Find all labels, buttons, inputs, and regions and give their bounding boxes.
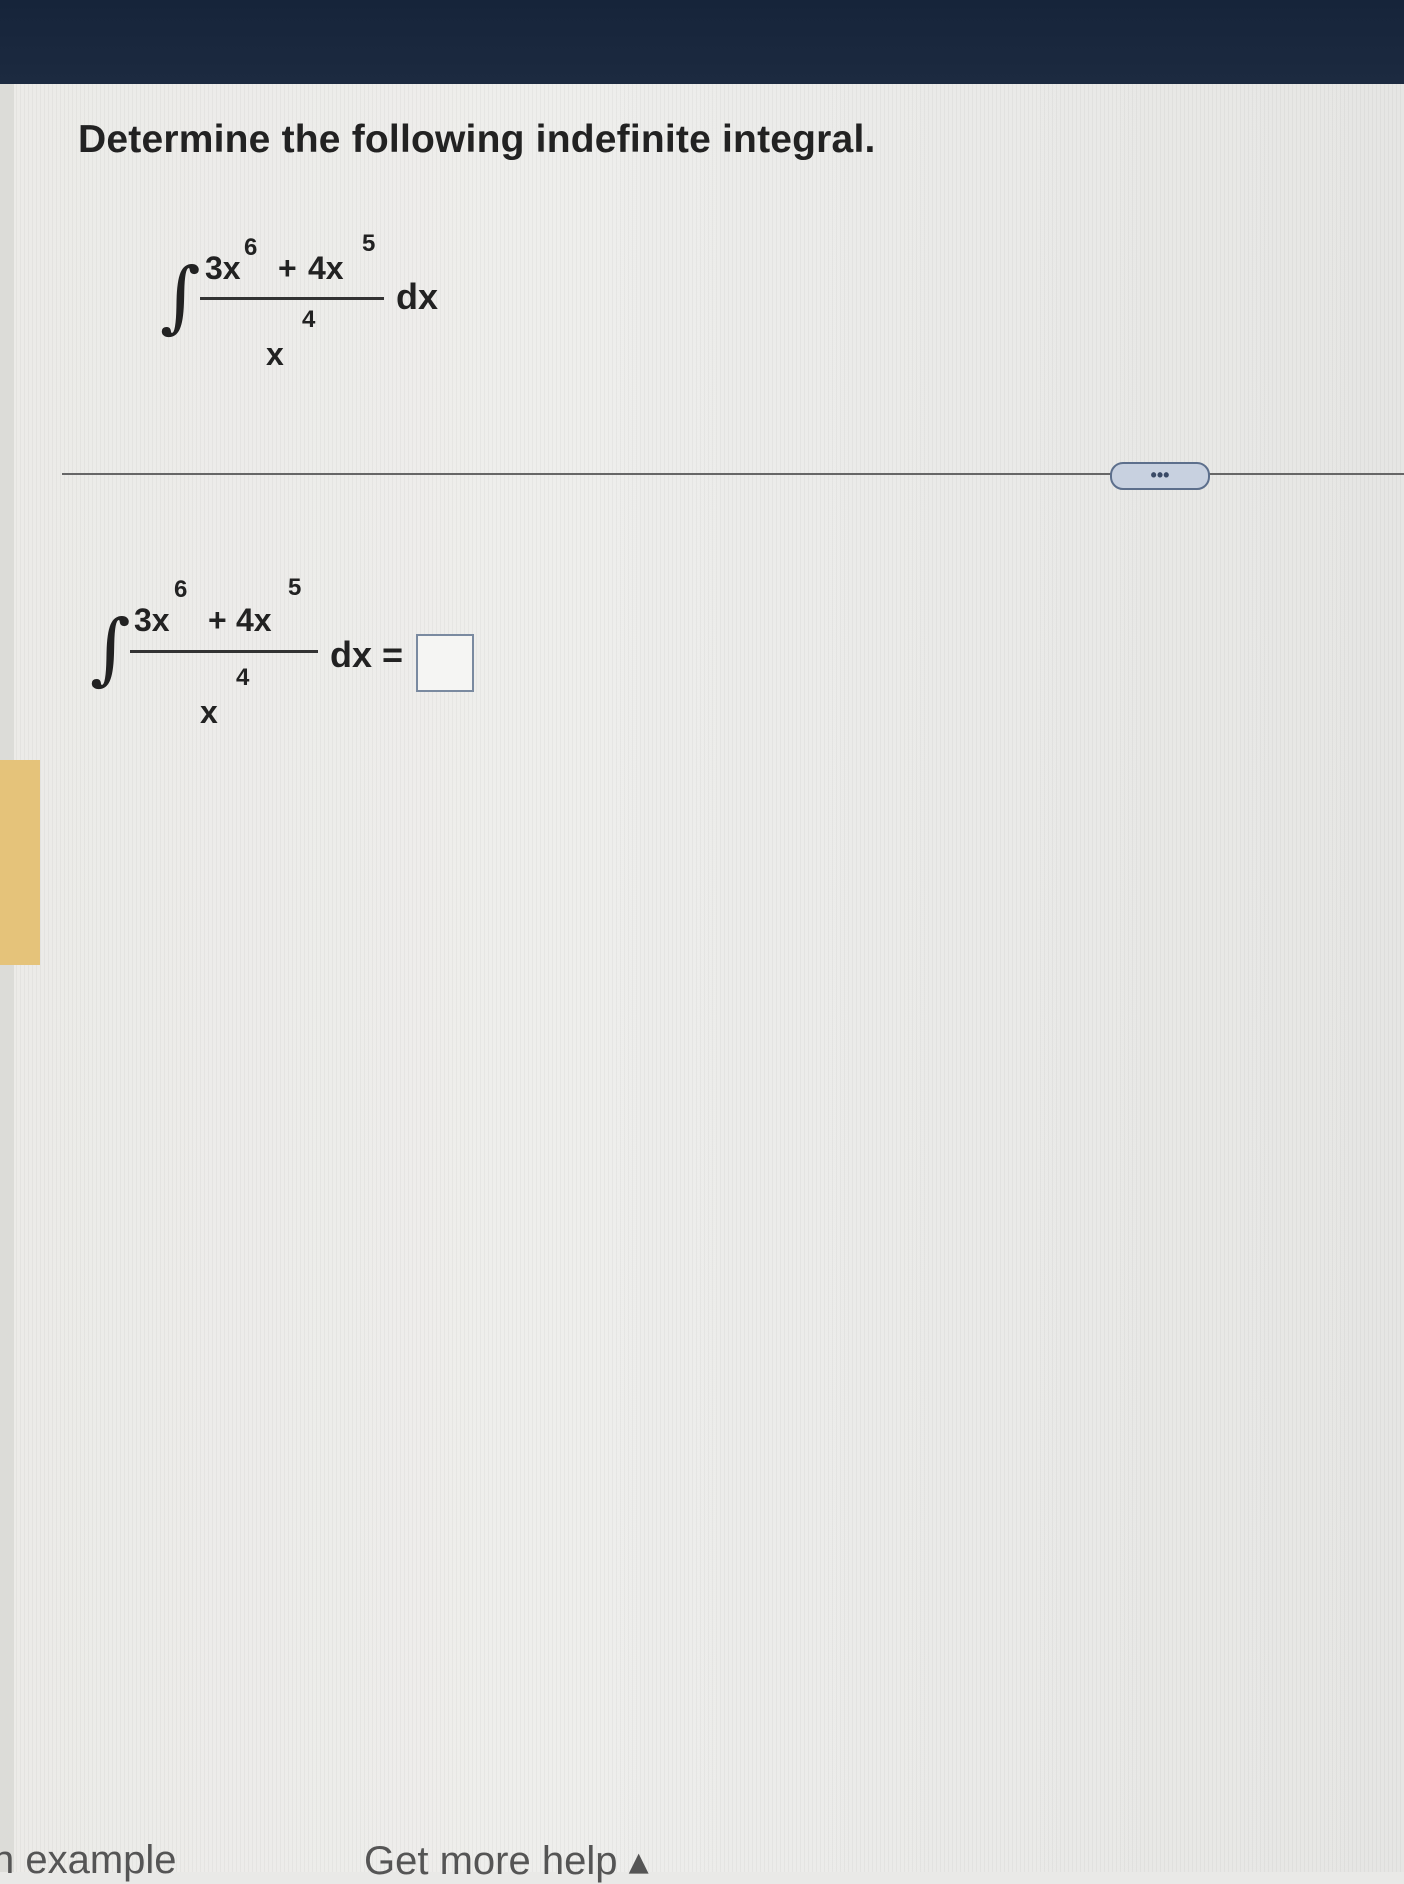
denominator-base: x [200, 694, 218, 730]
denominator-exponent: 4 [236, 664, 250, 691]
equals-sign: = [382, 634, 404, 675]
differential: dx [396, 276, 439, 317]
numerator-exponent-2: 5 [288, 574, 302, 601]
example-link[interactable]: n example [0, 1838, 177, 1883]
numerator-exponent-1: 6 [244, 234, 258, 261]
numerator-term-1: 3x [134, 602, 170, 638]
left-strip [0, 84, 14, 1872]
numerator-operator: + [278, 250, 297, 286]
fraction-bar [130, 650, 318, 653]
top-bar [0, 0, 1404, 84]
numerator-term-1: 3x [205, 250, 241, 286]
get-more-help-button[interactable]: Get more help ▴ [364, 1838, 649, 1884]
content-area [0, 84, 1404, 1872]
integral-sign: ∫ [90, 604, 131, 694]
fraction-bar [200, 297, 384, 300]
answer-input-box[interactable] [416, 634, 474, 692]
numerator-exponent-2: 5 [362, 230, 376, 257]
left-accent-marker [0, 760, 40, 965]
question-prompt: Determine the following indefinite integ… [78, 118, 876, 161]
numerator-term-2: 4x [236, 602, 272, 638]
differential: dx [330, 634, 373, 675]
numerator-operator: + [208, 602, 227, 638]
numerator-exponent-1: 6 [174, 576, 188, 603]
more-options-button[interactable]: ••• [1110, 462, 1210, 490]
denominator-base: x [266, 336, 284, 372]
numerator-term-2: 4x [308, 250, 344, 286]
denominator-exponent: 4 [302, 306, 316, 333]
integral-sign: ∫ [160, 252, 201, 342]
